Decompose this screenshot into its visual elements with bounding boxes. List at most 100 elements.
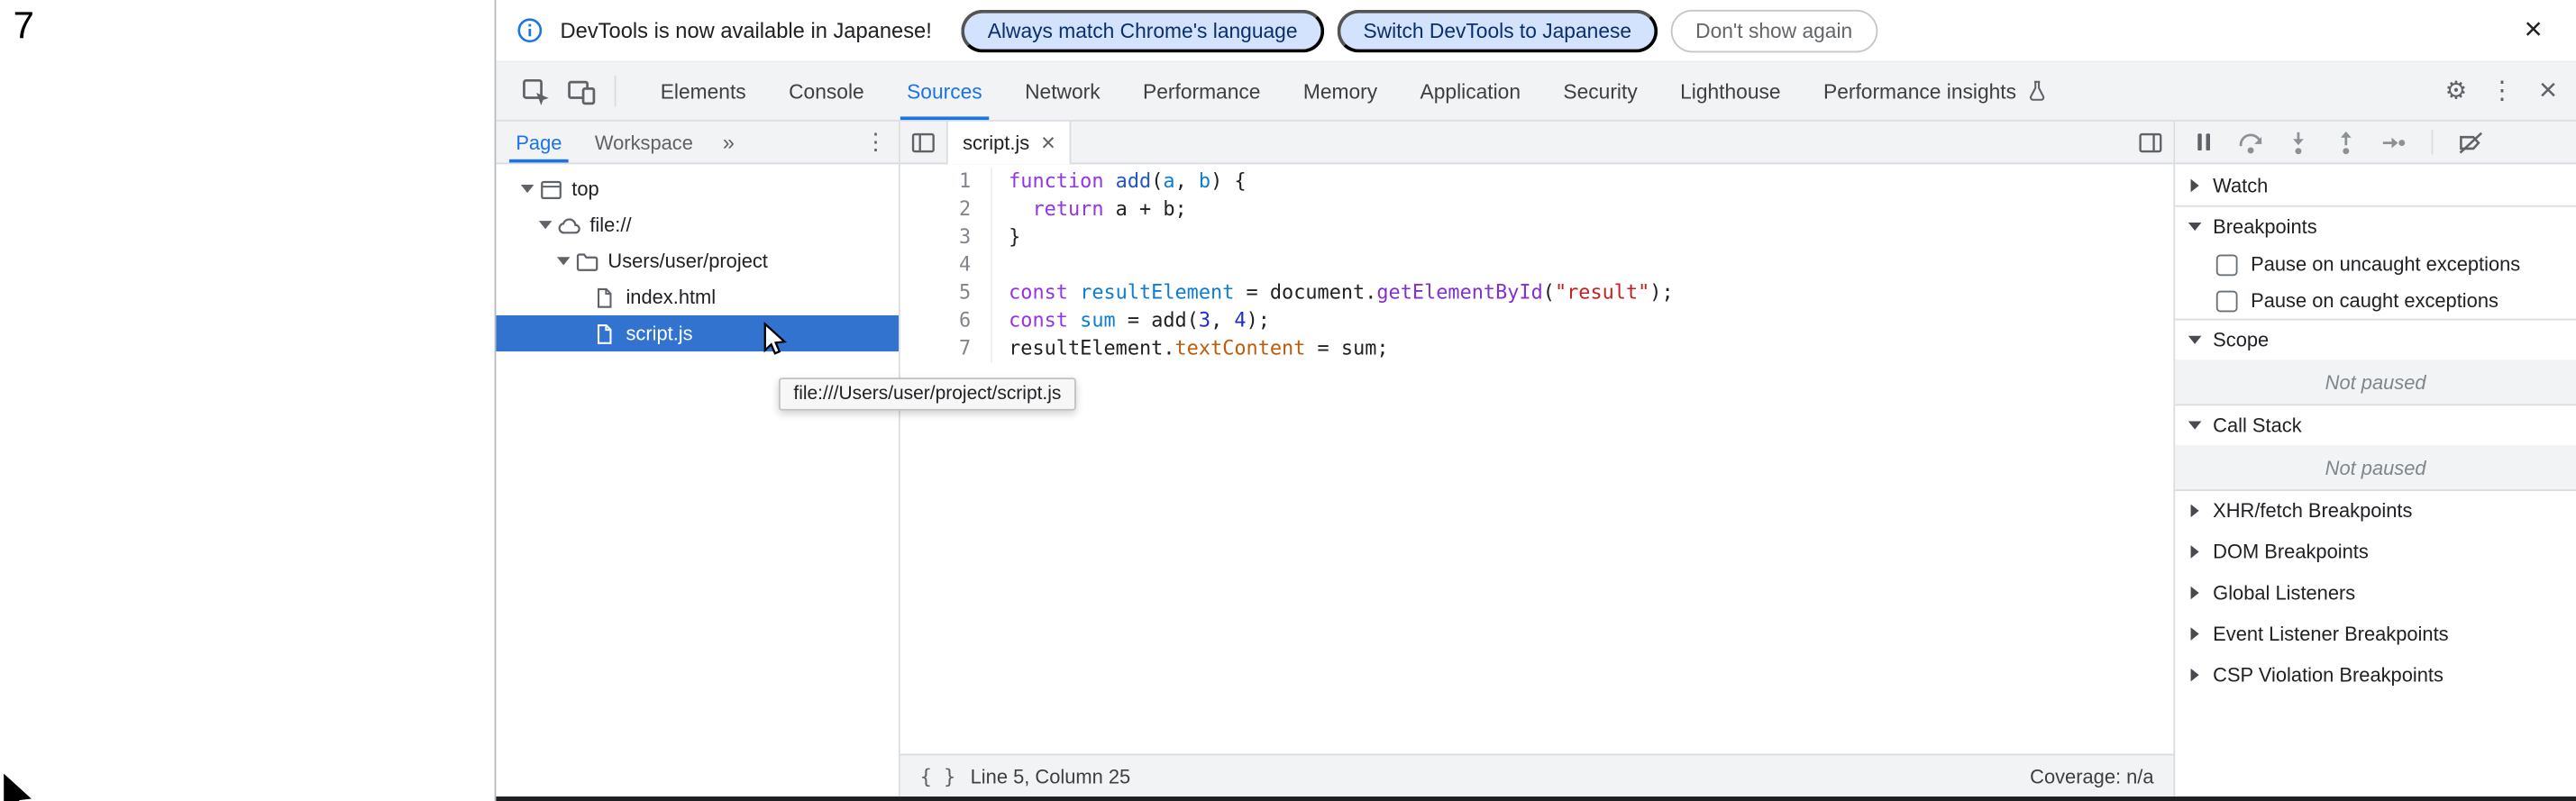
tree-item-file[interactable]: file:// bbox=[496, 207, 899, 243]
code-line: 4 bbox=[900, 251, 2174, 279]
cursor-position: Line 5, Column 25 bbox=[971, 764, 1131, 787]
triangle-right-icon[interactable] bbox=[2185, 666, 2205, 682]
checkbox-pause-on-caught-exceptions[interactable] bbox=[2216, 290, 2238, 312]
triangle-right-icon[interactable] bbox=[2185, 542, 2205, 559]
screen: 7 DevTools is now available in Japanese!… bbox=[0, 0, 2576, 801]
section-csp-violation-breakpoints[interactable]: CSP Violation Breakpoints bbox=[2175, 653, 2576, 695]
line-number[interactable]: 7 bbox=[900, 335, 992, 363]
stray-cursor-icon bbox=[0, 772, 40, 801]
tab-network[interactable]: Network bbox=[1003, 62, 1121, 120]
tab-elements[interactable]: Elements bbox=[639, 62, 767, 120]
section-scope[interactable]: Scope bbox=[2175, 319, 2576, 360]
section-dom-breakpoints[interactable]: DOM Breakpoints bbox=[2175, 531, 2576, 572]
tree-item-label: Users/user/project bbox=[607, 250, 767, 273]
switch-devtools-to-japanese-button[interactable]: Switch DevTools to Japanese bbox=[1337, 9, 1658, 51]
tab-security[interactable]: Security bbox=[1542, 62, 1659, 120]
settings-gear-icon[interactable]: ⚙ bbox=[2434, 78, 2477, 103]
triangle-down-icon[interactable] bbox=[2185, 332, 2205, 348]
triangle-down-icon[interactable] bbox=[2185, 218, 2205, 234]
line-number[interactable]: 4 bbox=[900, 251, 992, 279]
line-number[interactable]: 2 bbox=[900, 196, 992, 223]
navigator-tab-page[interactable]: Page bbox=[499, 122, 579, 163]
triangle-right-icon[interactable] bbox=[2185, 584, 2205, 600]
code-text bbox=[992, 251, 1009, 279]
code-line: 3} bbox=[900, 223, 2174, 251]
section-xhr-fetch-breakpoints[interactable]: XHR/fetch Breakpoints bbox=[2175, 489, 2576, 531]
toggle-debugger-sidebar-icon[interactable] bbox=[2127, 122, 2173, 163]
triangle-down-icon[interactable] bbox=[516, 180, 539, 196]
tab-close-icon[interactable]: × bbox=[1041, 131, 1055, 155]
panel-tabs: Elements ConsoleSources Network Performance… bbox=[639, 62, 2070, 120]
more-options-icon[interactable]: ⋮ bbox=[2480, 78, 2523, 103]
section-watch[interactable]: Watch bbox=[2175, 164, 2576, 205]
dismiss-button[interactable]: Don't show again bbox=[1671, 9, 1877, 51]
inspect-element-icon[interactable] bbox=[513, 62, 559, 120]
tree-item-script-js[interactable]: script.js bbox=[496, 315, 899, 351]
pause-script-icon[interactable] bbox=[2191, 130, 2215, 154]
infobar-close-icon[interactable]: × bbox=[2510, 14, 2556, 46]
flask-icon bbox=[2026, 78, 2050, 103]
triangle-down-icon[interactable] bbox=[534, 217, 557, 233]
tree-item-index-html[interactable]: index.html bbox=[496, 279, 899, 315]
tree-item-users-user-project[interactable]: Users/user/project bbox=[496, 243, 899, 279]
tab-memory[interactable]: Memory bbox=[1282, 62, 1399, 120]
coverage-status: Coverage: n/a bbox=[2030, 764, 2153, 787]
triangle-right-icon[interactable] bbox=[2185, 625, 2205, 642]
section-label: CSP Violation Breakpoints bbox=[2213, 662, 2444, 686]
tab-performance[interactable]: Performance bbox=[1121, 62, 1282, 120]
pretty-print-icon[interactable]: { } bbox=[920, 764, 956, 787]
line-number[interactable]: 3 bbox=[900, 223, 992, 251]
section-call-stack[interactable]: Call Stack bbox=[2175, 404, 2576, 445]
navigator-tabs: PageWorkspace » ⋮ bbox=[496, 122, 899, 164]
triangle-down-icon[interactable] bbox=[2185, 417, 2205, 433]
section-label: XHR/fetch Breakpoints bbox=[2213, 499, 2412, 523]
triangle-down-icon[interactable] bbox=[552, 253, 575, 269]
tab-label: Performance insights bbox=[1823, 79, 2016, 103]
step-over-icon[interactable] bbox=[2238, 129, 2264, 155]
tree-item-label: file:// bbox=[589, 214, 631, 237]
tree-item-label: script.js bbox=[626, 322, 692, 345]
more-tabs-icon[interactable]: » bbox=[709, 130, 747, 154]
always-match-chrome-s-language-button[interactable]: Always match Chrome's language bbox=[962, 9, 1324, 51]
step-into-icon[interactable] bbox=[2285, 129, 2311, 155]
line-number[interactable]: 1 bbox=[900, 168, 992, 196]
navigator-tab-workspace[interactable]: Workspace bbox=[579, 122, 709, 163]
toggle-navigator-icon[interactable] bbox=[900, 122, 946, 163]
devtools-close-icon[interactable]: × bbox=[2526, 76, 2569, 107]
tab-label: Elements bbox=[661, 79, 746, 103]
tree-item-label: top bbox=[571, 177, 598, 201]
code-editor[interactable]: 1function add(a, b) {2 return a + b;3}45… bbox=[900, 164, 2174, 753]
tree-item-top[interactable]: top bbox=[496, 171, 899, 207]
section-global-listeners[interactable]: Global Listeners bbox=[2175, 571, 2576, 613]
tab-sources[interactable]: Sources bbox=[885, 62, 1003, 120]
navigator-tab-list: PageWorkspace bbox=[499, 122, 709, 163]
editor-tab-label: script.js bbox=[963, 132, 1029, 155]
tree-item-label: index.html bbox=[626, 286, 716, 309]
checkbox-pause-on-uncaught-exceptions[interactable] bbox=[2216, 254, 2238, 276]
line-number[interactable]: 5 bbox=[900, 279, 992, 307]
cloud-icon bbox=[557, 213, 587, 237]
step-icon[interactable] bbox=[2380, 129, 2407, 155]
editor-tab-script-js[interactable]: script.js × bbox=[946, 122, 1072, 164]
infobar-buttons: Always match Chrome's language Switch Dev… bbox=[962, 9, 1877, 51]
checkbox-row-pause-on-uncaught-exceptions: Pause on uncaught exceptions bbox=[2175, 246, 2576, 282]
tab-console[interactable]: Console bbox=[767, 62, 885, 120]
navigator-menu-icon[interactable]: ⋮ bbox=[859, 128, 891, 156]
section-breakpoints[interactable]: Breakpoints bbox=[2175, 205, 2576, 247]
tab-label: Network bbox=[1025, 79, 1101, 103]
tab-application[interactable]: Application bbox=[1399, 62, 1542, 120]
deactivate-breakpoints-icon[interactable] bbox=[2458, 129, 2484, 155]
code-text: return a + b; bbox=[992, 196, 1187, 223]
section-label: Call Stack bbox=[2213, 414, 2301, 437]
line-number[interactable]: 6 bbox=[900, 307, 992, 335]
editor-statusbar: { } Line 5, Column 25 Coverage: n/a bbox=[900, 754, 2174, 796]
section-label: Event Listener Breakpoints bbox=[2213, 622, 2448, 645]
tab-label: Security bbox=[1563, 79, 1637, 103]
device-toolbar-icon[interactable] bbox=[559, 62, 605, 120]
step-out-icon[interactable] bbox=[2333, 129, 2359, 155]
triangle-right-icon[interactable] bbox=[2185, 177, 2205, 193]
tab-performance-insights[interactable]: Performance insights bbox=[1802, 62, 2070, 120]
section-event-listener-breakpoints[interactable]: Event Listener Breakpoints bbox=[2175, 613, 2576, 654]
tab-lighthouse[interactable]: Lighthouse bbox=[1658, 62, 1802, 120]
triangle-right-icon[interactable] bbox=[2185, 503, 2205, 519]
